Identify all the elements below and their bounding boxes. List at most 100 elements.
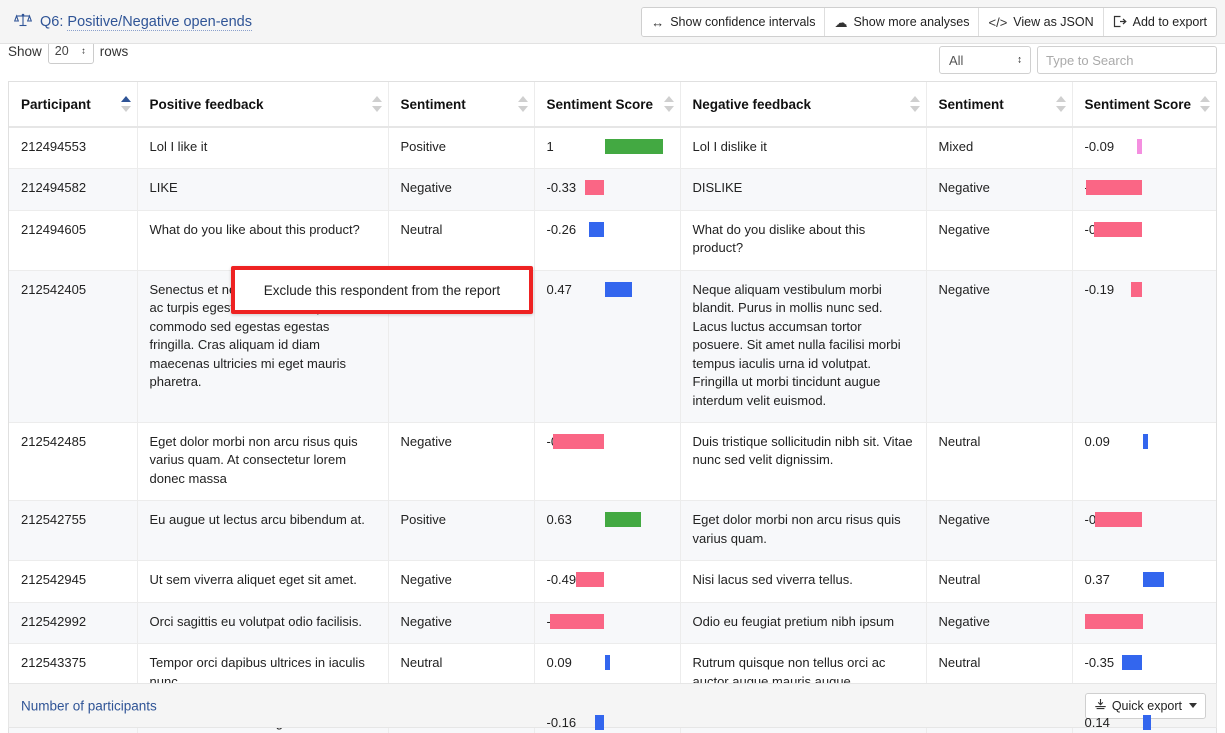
question-titlebar: Q6: Positive/Negative open-ends ↔ Show c… [0, 0, 1225, 44]
table-row[interactable]: 212542945 Ut sem viverra aliquet eget sit… [9, 560, 1216, 603]
column-header-positive-sentiment-score[interactable]: Sentiment Score [534, 82, 681, 128]
negative-sentiment-text: Negative [938, 613, 990, 629]
column-filter-select[interactable]: All ↕ [939, 46, 1031, 74]
cell-positive-sentiment: Positive [388, 127, 535, 170]
add-to-export-button[interactable]: Add to export [1103, 8, 1216, 36]
negative-sentiment-text: Negative [938, 221, 990, 237]
score-bar-chart: 0.47 [547, 281, 668, 298]
sort-arrows-icon[interactable] [371, 95, 382, 113]
code-icon: </> [988, 14, 1008, 30]
positive-sentiment-text: Negative [400, 180, 452, 196]
score-bar [1142, 433, 1148, 449]
cell-positive-sentiment: Negative [388, 602, 535, 645]
cell-positive-sentiment-score: 0.47 [534, 270, 681, 423]
score-value: -0.33 [546, 180, 577, 196]
rows-per-page-select[interactable]: 20 ↕ [47, 44, 94, 64]
positive-sentiment-text: Negative [400, 572, 452, 588]
column-header-label: Sentiment [400, 96, 466, 112]
score-bar [576, 572, 605, 588]
page-title: Q6: Positive/Negative open-ends [40, 14, 252, 31]
column-header-negative-sentiment-score[interactable]: Sentiment Score [1072, 82, 1216, 128]
view-as-json-button[interactable]: </> View as JSON [979, 8, 1104, 36]
score-bar-chart: -0.49 [547, 571, 668, 588]
table-row[interactable]: 212542405Senectus et netus et malesuada … [9, 270, 1216, 423]
cell-positive-feedback: Eu augue ut lectus arcu bibendum at. [137, 500, 389, 562]
score-bar-chart: 1 [547, 138, 668, 155]
number-of-participants-label[interactable]: Number of participants [21, 698, 157, 713]
cell-negative-sentiment: Negative [926, 500, 1073, 562]
table-row[interactable]: 212494582 LIKE Negative -0.33 DISLIKE Negativ… [9, 168, 1216, 211]
question-label[interactable]: Positive/Negative open-ends [67, 14, 252, 31]
participant-text: 212542992 [21, 613, 87, 629]
score-bar-chart: -0.09 [1085, 138, 1205, 155]
cell-negative-sentiment: Negative [926, 270, 1073, 423]
participant-text: 212542485 [21, 433, 87, 449]
cell-negative-feedback: Neque aliquam vestibulum morbi blandit. … [680, 270, 927, 423]
cell-positive-sentiment-score: -0.94 [534, 602, 681, 645]
column-header-positive-feedback[interactable]: Positive feedback [137, 82, 389, 128]
cell-participant: 212542485 [9, 422, 138, 502]
cell-positive-sentiment: Neutral [388, 210, 535, 271]
select-arrows-icon: ↕ [81, 45, 86, 56]
cell-negative-sentiment-score: -0.84 [1072, 210, 1216, 271]
score-value: -0.49 [546, 572, 577, 588]
table-row[interactable]: 212542485 Eget dolor morbi non arcu risus… [9, 422, 1216, 502]
cell-negative-sentiment: Negative [926, 602, 1073, 645]
table-row[interactable]: 212542755 Eu augue ut lectus arcu bibendu… [9, 500, 1216, 562]
select-arrows-icon: ↕ [1017, 54, 1022, 66]
column-header-participant[interactable]: Participant [9, 82, 138, 128]
exclude-respondent-tooltip[interactable]: Exclude this respondent from the report [231, 266, 533, 314]
add-to-export-label: Add to export [1132, 15, 1207, 29]
score-value: 0.63 [546, 512, 572, 528]
column-header-negative-sentiment[interactable]: Sentiment [926, 82, 1073, 128]
negative-feedback-text: Nisi lacus sed viverra tellus. [692, 572, 853, 588]
score-bar [1093, 221, 1143, 237]
cell-negative-feedback: Lol I dislike it [680, 127, 927, 170]
score-bar [1131, 281, 1143, 297]
question-title-group: Q6: Positive/Negative open-ends [13, 0, 252, 44]
positive-sentiment-text: Neutral [400, 655, 443, 671]
filter-group: All ↕ [939, 46, 1217, 74]
cell-negative-feedback: What do you dislike about this product? [680, 210, 927, 271]
cell-positive-feedback: Ut sem viverra aliquet eget sit amet. [137, 560, 389, 603]
table-row[interactable]: 212542992 Orci sagittis eu volutpat odio … [9, 602, 1216, 645]
sort-arrows-icon[interactable] [1055, 95, 1066, 113]
negative-sentiment-text: Neutral [938, 655, 981, 671]
search-input[interactable] [1037, 46, 1217, 74]
sort-arrows-icon[interactable] [663, 95, 674, 113]
score-bar [604, 139, 663, 154]
show-more-analyses-label: Show more analyses [853, 15, 970, 29]
column-header-label: Participant [21, 96, 91, 112]
cell-negative-sentiment-score: -0.19 [1072, 270, 1216, 423]
cell-positive-sentiment-score: -0.49 [534, 560, 681, 603]
rows-per-page-value: 20 [54, 44, 69, 58]
positive-feedback-text: LIKE [149, 180, 178, 196]
table-row[interactable]: 212494553 Lol I like it Positive 1 Lol I dis… [9, 127, 1216, 170]
score-bar-chart: 0.37 [1085, 571, 1205, 588]
view-as-json-label: View as JSON [1013, 15, 1094, 29]
sort-arrows-icon[interactable] [517, 95, 528, 113]
cell-negative-feedback: DISLIKE [680, 168, 927, 211]
score-bar-chart: -0.88 [547, 433, 668, 450]
column-filter-value: All [949, 52, 964, 68]
cell-positive-sentiment: Negative [388, 560, 535, 603]
score-bar-chart: -0.33 [547, 179, 668, 196]
show-confidence-intervals-button[interactable]: ↔ Show confidence intervals [642, 8, 826, 36]
sort-arrows-icon[interactable] [909, 95, 920, 113]
show-more-analyses-button[interactable]: ☁ Show more analyses [825, 8, 980, 36]
sort-arrows-icon[interactable] [1200, 95, 1210, 113]
column-header-positive-sentiment[interactable]: Sentiment [388, 82, 535, 128]
score-bar [604, 281, 632, 297]
participant-text: 212494605 [21, 221, 87, 237]
negative-sentiment-text: Negative [938, 180, 990, 196]
negative-feedback-text: Duis tristique sollicitudin nibh sit. Vi… [692, 433, 913, 468]
table-row[interactable]: 212494605 What do you like about this pro… [9, 210, 1216, 271]
cell-positive-feedback: Eget dolor morbi non arcu risus quis var… [137, 422, 389, 502]
column-header-negative-feedback[interactable]: Negative feedback [680, 82, 927, 128]
score-bar-chart: -1 [1084, 613, 1205, 630]
score-bar [1084, 613, 1143, 629]
table-controls: Show 20 ↕ rows All ↕ [0, 44, 1225, 82]
cell-positive-sentiment: Negative [388, 422, 535, 502]
sort-arrows-icon[interactable] [120, 95, 131, 113]
positive-sentiment-text: Positive [400, 512, 447, 528]
